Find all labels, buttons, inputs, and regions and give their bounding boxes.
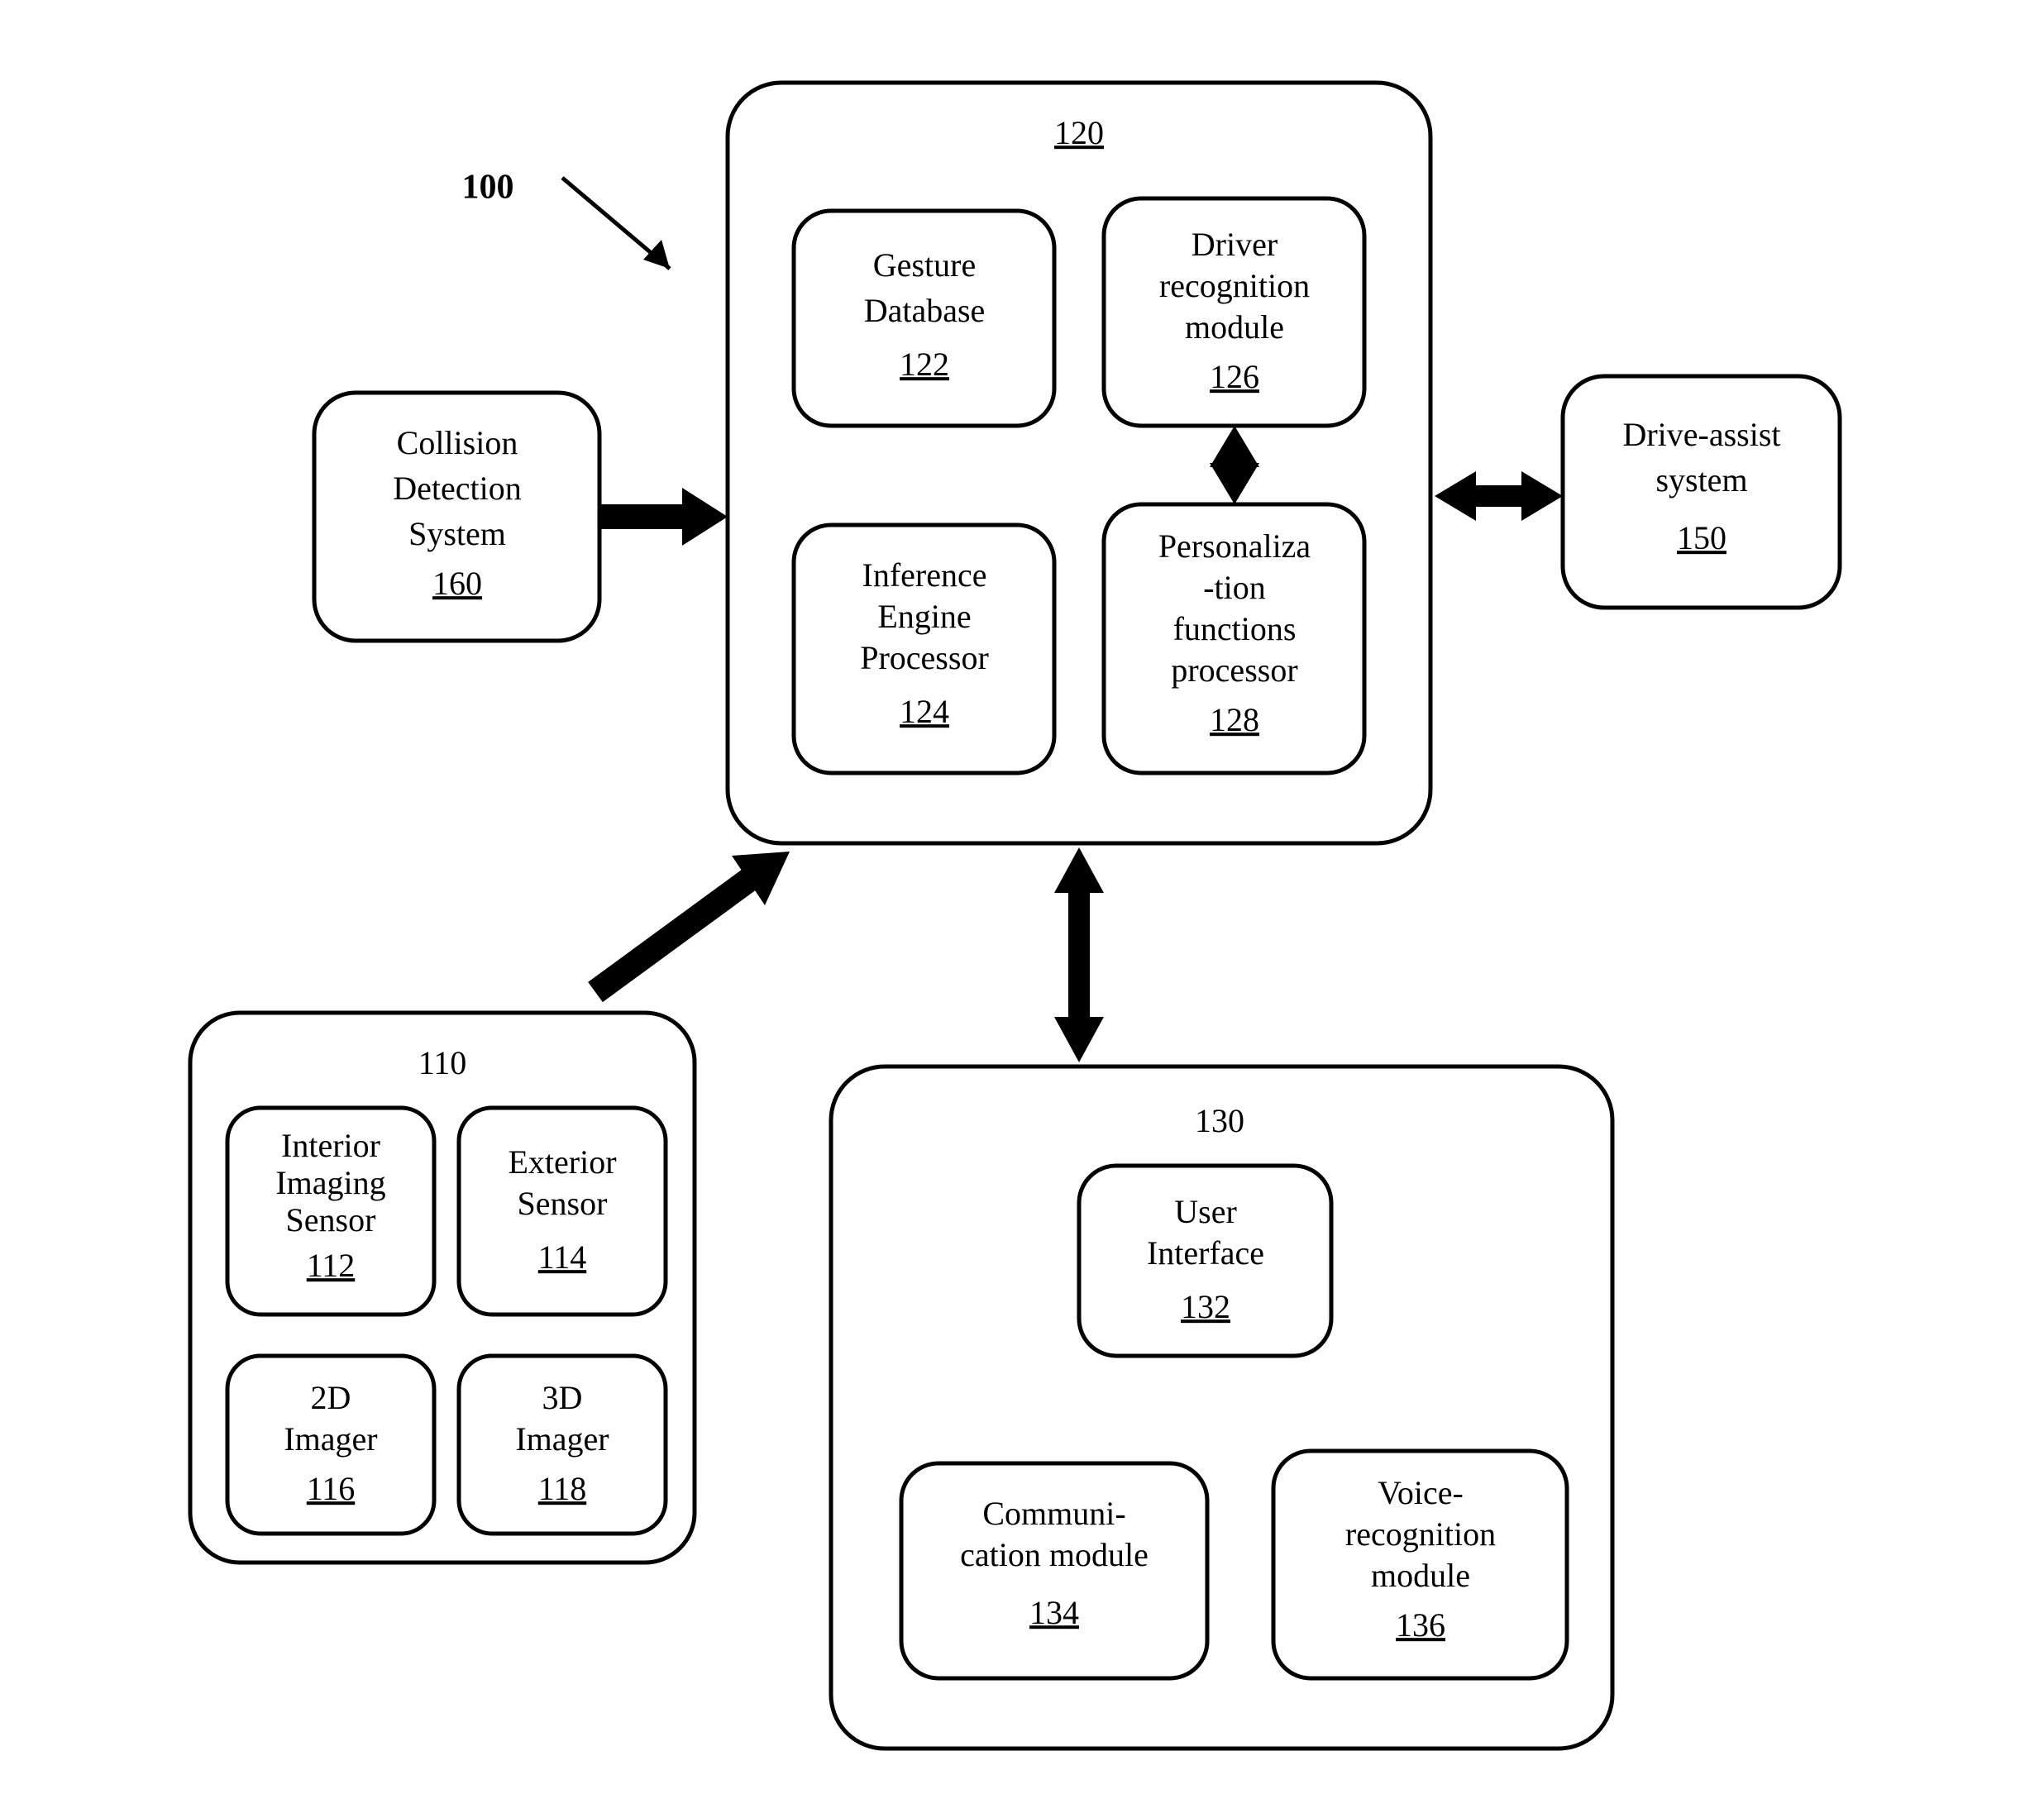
drive-ref: 150 [1677,519,1726,556]
comm-line2: cation module [960,1536,1149,1573]
pers-line4: processor [1171,651,1297,689]
ui-ref: 132 [1181,1288,1230,1325]
arrow-160-to-120 [599,488,728,546]
ui-line1: User [1174,1193,1237,1230]
pers-line1: Personaliza [1158,527,1311,565]
driver-line3: module [1185,308,1284,346]
arrow-110-to-120 [595,852,790,992]
pers-line3: functions [1173,610,1297,647]
driver-ref: 126 [1210,358,1259,395]
figure-ref-arrowhead [643,240,670,269]
container-110 [190,1013,695,1563]
collision-line3: System [408,515,506,552]
inference-line1: Inference [862,556,987,594]
imager3d-line1: 3D [542,1379,583,1416]
voice-ref: 136 [1396,1606,1445,1644]
container-130 [831,1066,1612,1749]
ui-line2: Interface [1147,1234,1264,1272]
pers-ref: 128 [1210,701,1259,738]
collision-line2: Detection [393,470,522,507]
imager3d-line2: Imager [515,1420,609,1458]
comm-line1: Communi- [982,1495,1125,1532]
gesture-ref: 122 [900,346,949,383]
drive-line2: system [1655,461,1747,499]
imager2d-line1: 2D [311,1379,351,1416]
interior-line3: Sensor [286,1201,376,1238]
interior-line1: Interior [281,1127,380,1164]
container-130-ref: 130 [1195,1102,1244,1139]
exterior-ref: 114 [538,1238,587,1276]
arrow-126-to-128 [1210,426,1259,504]
comm-ref: 134 [1029,1594,1079,1631]
arrow-120-to-150 [1435,471,1563,521]
interior-line2: Imaging [275,1164,385,1201]
voice-line3: module [1371,1557,1470,1594]
exterior-line2: Sensor [518,1185,608,1222]
container-110-ref: 110 [418,1044,467,1081]
drive-line1: Drive-assist [1622,416,1780,453]
exterior-line1: Exterior [508,1143,616,1181]
collision-ref: 160 [432,565,482,602]
gesture-line1: Gesture [873,246,976,284]
gesture-line2: Database [864,292,986,329]
inference-line3: Processor [860,639,989,676]
voice-line1: Voice- [1378,1474,1464,1511]
pers-line2: -tion [1203,569,1266,606]
arrow-120-to-130 [1054,847,1104,1062]
imager2d-ref: 116 [307,1470,356,1507]
collision-line1: Collision [397,424,518,461]
figure-ref-label: 100 [462,169,514,207]
voice-line2: recognition [1345,1515,1496,1553]
imager2d-line2: Imager [284,1420,377,1458]
driver-line1: Driver [1192,226,1278,263]
driver-line2: recognition [1159,267,1310,304]
container-120-ref: 120 [1054,114,1104,151]
inference-ref: 124 [900,693,949,730]
diagram-canvas: 100 Collision Detection System 160 120 G… [0,0,2044,1818]
inference-line2: Engine [877,598,971,635]
imager3d-ref: 118 [538,1470,587,1507]
interior-ref: 112 [307,1247,356,1284]
